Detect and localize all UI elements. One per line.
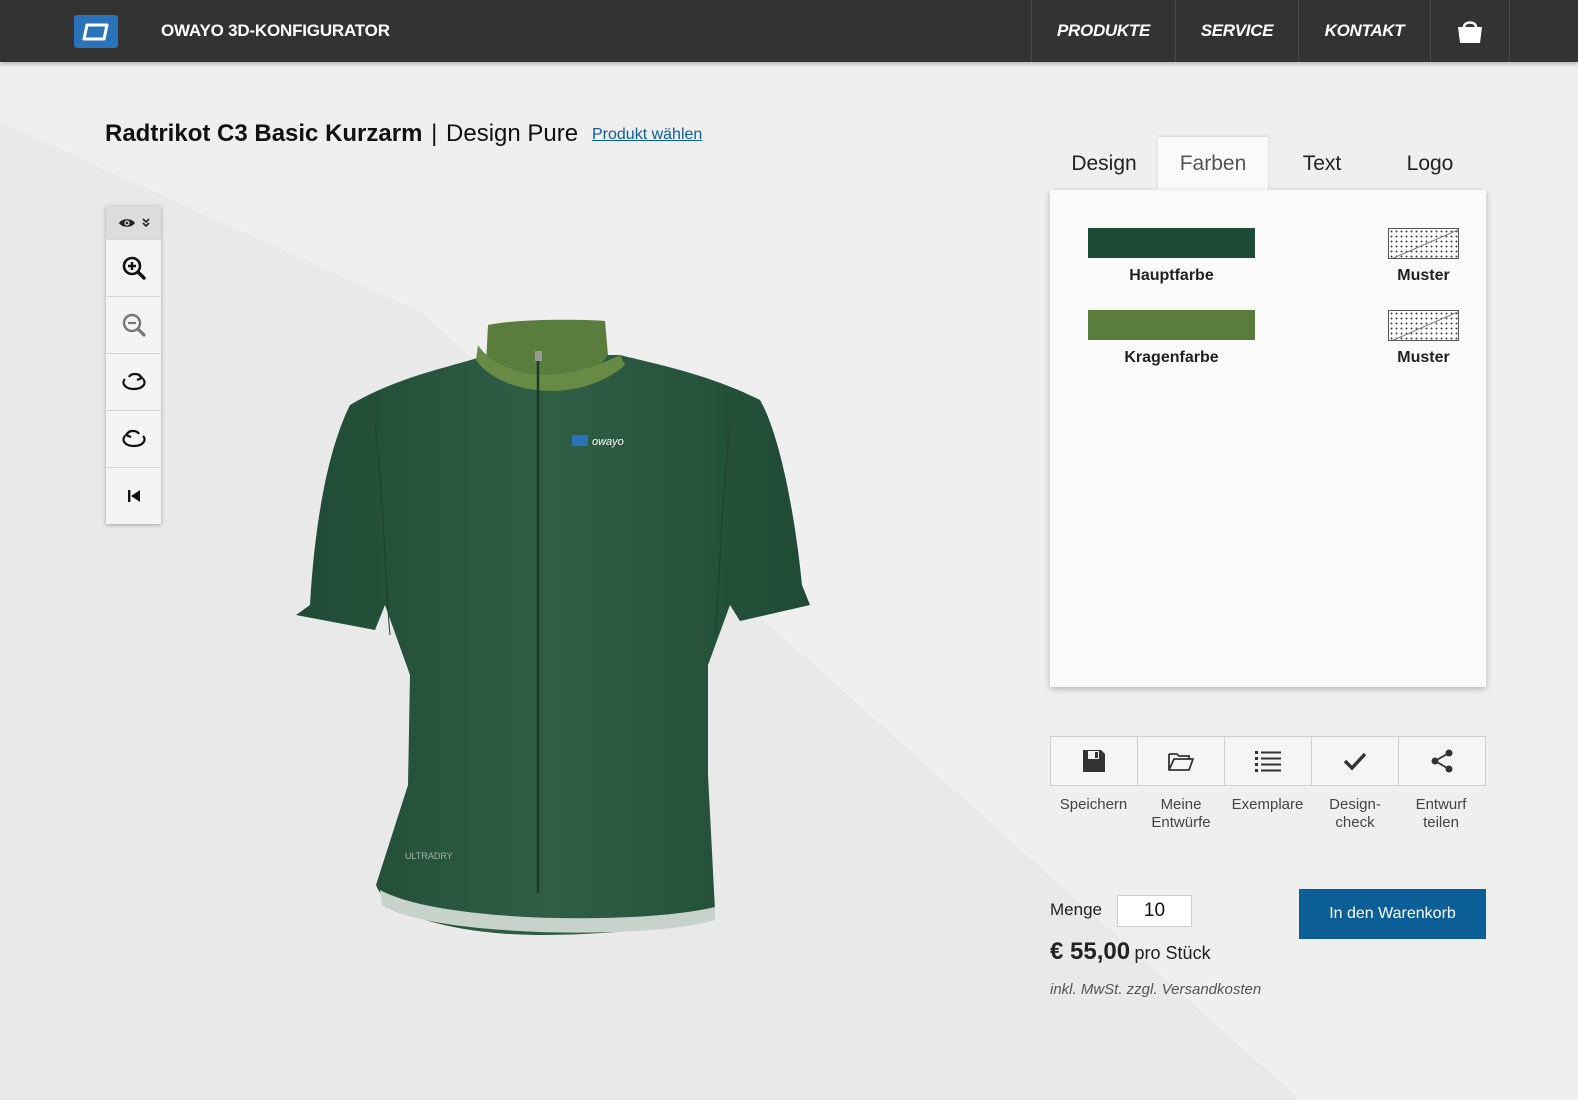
share-design-label: Entwurf teilen [1415,796,1467,831]
product-design: Design Pure [446,120,579,147]
zoom-in-button[interactable] [106,239,161,296]
shopping-bag-icon [1458,21,1482,43]
my-designs-button[interactable] [1138,737,1225,785]
view-toolbar [106,206,161,524]
tab-farben[interactable]: Farben [1158,137,1268,190]
config-tabs: Design Farben Text Logo [1050,137,1486,190]
tab-design[interactable]: Design [1060,137,1148,190]
nav-service[interactable]: SERVICE [1175,0,1298,62]
rotate-left-icon [121,429,146,448]
jersey-preview[interactable]: owayo ULTRADRY [290,315,820,950]
save-button[interactable] [1051,737,1138,785]
colors-panel: Hauptfarbe Muster Kragenfarbe Muster [1050,190,1486,687]
tax-note: inkl. MwSt. zzgl. Versandkosten [1050,981,1262,998]
rotate-left-button[interactable] [106,410,161,467]
product-name: Radtrikot C3 Basic Kurzarm [105,120,423,147]
skip-back-icon [127,490,140,502]
hem-label-text: ULTRADRY [405,851,453,861]
tab-logo[interactable]: Logo [1386,137,1474,190]
quantity-label: Menge [1050,900,1102,919]
price-amount: € 55,00 [1050,938,1131,965]
chevron-double-down-icon [141,217,150,227]
top-bar: OWAYO 3D-KONFIGURATOR PRODUKTE SERVICE K… [0,0,1578,62]
nav-kontakt[interactable]: KONTAKT [1298,0,1430,62]
eye-icon [118,218,135,227]
owayo-logo[interactable] [74,15,118,48]
share-design-button[interactable] [1399,737,1485,785]
share-icon [1431,749,1453,773]
price-unit: pro Stück [1134,943,1211,963]
main-pattern-swatch[interactable] [1388,228,1459,259]
folder-icon [1168,753,1194,771]
nav-produkte[interactable]: PRODUKTE [1031,0,1175,62]
zoom-out-button[interactable] [106,296,161,353]
collar-pattern-label: Muster [1397,349,1450,366]
save-icon [1083,750,1105,772]
owayo-logo-icon [82,23,109,40]
samples-label: Exemplare [1231,796,1304,813]
design-check-button[interactable] [1312,737,1399,785]
chest-logo-text: owayo [592,436,624,448]
reset-view-button[interactable] [106,467,161,524]
tab-text[interactable]: Text [1278,137,1366,190]
rotate-right-icon [121,372,146,391]
collar-pattern-swatch[interactable] [1388,310,1459,341]
samples-button[interactable] [1225,737,1312,785]
design-actions [1050,736,1486,786]
rotate-right-button[interactable] [106,353,161,410]
cart-nav-button[interactable] [1430,0,1510,62]
main-color-label: Hauptfarbe [1129,267,1214,284]
list-icon [1255,751,1281,772]
save-label: Speichern [1059,796,1128,813]
title-separator: | [431,120,438,147]
price-display: € 55,00 pro Stück [1050,938,1211,966]
add-to-cart-button[interactable]: In den Warenkorb [1299,889,1486,939]
zoom-in-icon [122,256,146,280]
quantity-input[interactable] [1117,895,1192,927]
zoom-out-icon [122,313,146,337]
collar-color-label: Kragenfarbe [1124,349,1219,366]
jersey-image: owayo ULTRADRY [296,319,810,935]
main-pattern-label: Muster [1397,267,1450,284]
brand-title: OWAYO 3D-KONFIGURATOR [161,21,390,40]
main-nav: PRODUKTE SERVICE KONTAKT [1031,0,1510,62]
product-title: Radtrikot C3 Basic Kurzarm | Design Pure [105,120,578,148]
view-toggle[interactable] [106,206,161,239]
choose-product-link[interactable]: Produkt wählen [592,126,702,144]
check-icon [1343,752,1367,771]
main-color-swatch[interactable] [1088,228,1255,258]
collar-color-swatch[interactable] [1088,310,1255,340]
my-designs-label: Meine Entwürfe [1151,796,1211,831]
design-check-label: Design-check [1329,796,1381,831]
